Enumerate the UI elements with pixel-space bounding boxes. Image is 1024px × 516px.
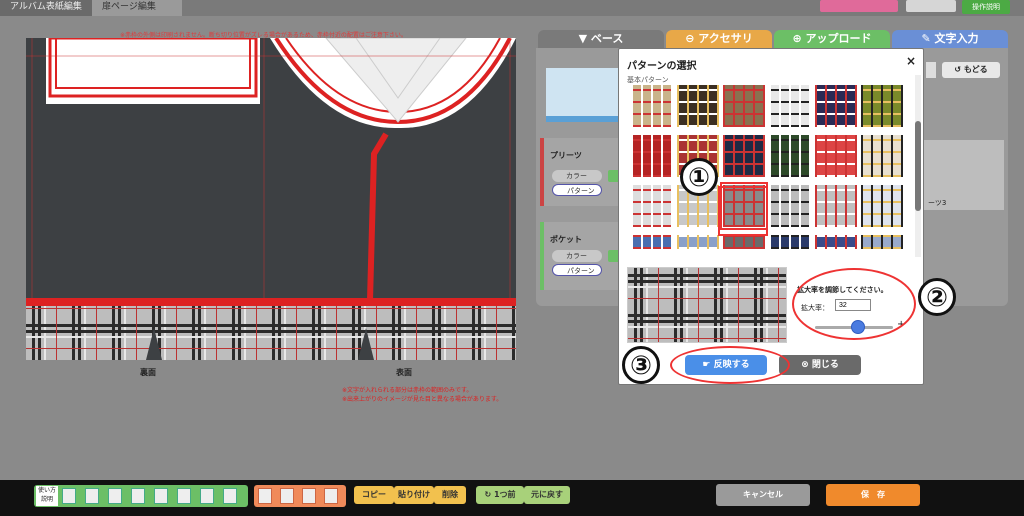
pattern-swatch[interactable]	[861, 135, 903, 177]
canvas-note-1: ※文字が入れられる部分は赤枠の範囲のみです。	[342, 387, 473, 394]
tab-base[interactable]: ▼ ベース	[538, 30, 664, 48]
tab-accessory[interactable]: ⊖ アクセサリ	[666, 30, 772, 48]
layer-icon[interactable]	[258, 488, 272, 504]
text-icon: ✎	[921, 32, 935, 45]
align-icon[interactable]	[154, 488, 168, 504]
top-gray-button[interactable]	[906, 0, 956, 12]
canvas-note-2: ※出来上がりのイメージが見た目と異なる場合があります。	[342, 396, 503, 403]
align-icon[interactable]	[62, 488, 76, 504]
pocket-color-option[interactable]: カラー	[552, 250, 602, 262]
tab-door-page[interactable]: 扉ページ編集	[92, 0, 182, 16]
pocket-title: ポケット	[550, 235, 582, 244]
align-icon[interactable]	[177, 488, 191, 504]
modal-close-icon[interactable]: ×	[906, 54, 916, 68]
pattern-swatch[interactable]	[815, 235, 857, 249]
pattern-swatch[interactable]	[815, 185, 857, 227]
close-button[interactable]: ⊗ 閉じる	[779, 355, 861, 375]
pattern-scrollbar-thumb[interactable]	[915, 121, 921, 211]
undo-arrow-icon: ↻	[484, 490, 494, 499]
annotation-ring-3	[670, 346, 790, 384]
pattern-swatch[interactable]	[815, 135, 857, 177]
pattern-swatch[interactable]	[631, 185, 673, 227]
tab-album-cover[interactable]: アルバム表紙編集	[0, 0, 92, 16]
modal-title: パターンの選択	[627, 61, 697, 72]
pattern-swatch[interactable]	[723, 135, 765, 177]
paste-button[interactable]: 貼り付け	[394, 486, 434, 504]
tab-text-input[interactable]: ✎ 文字入力	[892, 30, 1008, 48]
undo-one-button[interactable]: ↻ 1つ前	[476, 486, 524, 504]
save-button[interactable]: 保 存	[826, 484, 920, 506]
annotation-ring-2	[792, 268, 916, 340]
align-icon[interactable]	[85, 488, 99, 504]
shirt-icon: ▼	[578, 32, 591, 45]
pattern-swatch[interactable]	[861, 235, 903, 249]
pattern-swatch[interactable]	[861, 185, 903, 227]
pattern-preview	[627, 267, 787, 343]
align-icon[interactable]	[200, 488, 214, 504]
align-icon[interactable]	[108, 488, 122, 504]
pattern-swatch[interactable]	[815, 85, 857, 127]
pattern-swatch[interactable]	[769, 135, 811, 177]
layer-icon[interactable]	[302, 488, 316, 504]
tab-upload[interactable]: ⊕ アップロード	[774, 30, 890, 48]
top-pink-button[interactable]	[820, 0, 898, 12]
copy-button[interactable]: コピー	[354, 486, 394, 504]
layer-icon[interactable]	[324, 488, 338, 504]
help-button[interactable]: 操作説明	[962, 0, 1010, 14]
pattern-swatch[interactable]	[677, 85, 719, 127]
annotation-number-2: ②	[918, 278, 956, 316]
upload-icon: ⊕	[792, 32, 806, 45]
annotation-number-3: ③	[622, 346, 660, 384]
pattern-swatch[interactable]	[769, 185, 811, 227]
pattern-swatch[interactable]	[631, 235, 673, 249]
pattern-preview-image	[628, 268, 786, 342]
dropdown-edge[interactable]	[926, 62, 936, 78]
pattern-swatch[interactable]	[723, 85, 765, 127]
pattern-swatch[interactable]	[631, 85, 673, 127]
close-circle-icon: ⊗	[801, 360, 812, 370]
back-label: 裏面	[140, 368, 156, 377]
cancel-button[interactable]: キャンセル	[716, 484, 810, 506]
front-label: 表面	[396, 368, 412, 377]
pattern-swatch[interactable]	[631, 135, 673, 177]
pattern-swatch[interactable]	[723, 235, 765, 249]
annotation-number-1: ①	[680, 158, 718, 196]
side-label: ーツ3	[928, 199, 947, 207]
pattern-swatch[interactable]	[861, 85, 903, 127]
annotation-box-1	[718, 186, 768, 236]
help-usage-button[interactable]: 使い方説明	[36, 486, 58, 506]
align-icon[interactable]	[223, 488, 237, 504]
uniform-artwork	[26, 38, 516, 360]
align-icon[interactable]	[131, 488, 145, 504]
restore-button[interactable]: 元に戻す	[524, 486, 570, 504]
base-color-preview	[546, 68, 622, 122]
design-canvas[interactable]	[26, 38, 516, 360]
pattern-swatch[interactable]	[769, 85, 811, 127]
layer-icon[interactable]	[280, 488, 294, 504]
pleats-title: プリーツ	[550, 151, 582, 160]
delete-button[interactable]: 削除	[434, 486, 466, 504]
undo-icon: ↺	[954, 65, 964, 74]
pocket-pattern-option[interactable]: パターン	[552, 264, 602, 276]
pattern-swatch[interactable]	[769, 235, 811, 249]
pleats-pattern-option[interactable]: パターン	[552, 184, 602, 196]
pattern-swatch[interactable]	[677, 235, 719, 249]
undo-button[interactable]: ↺ もどる	[942, 62, 1000, 78]
minus-circle-icon: ⊖	[685, 32, 699, 45]
pleats-color-option[interactable]: カラー	[552, 170, 602, 182]
